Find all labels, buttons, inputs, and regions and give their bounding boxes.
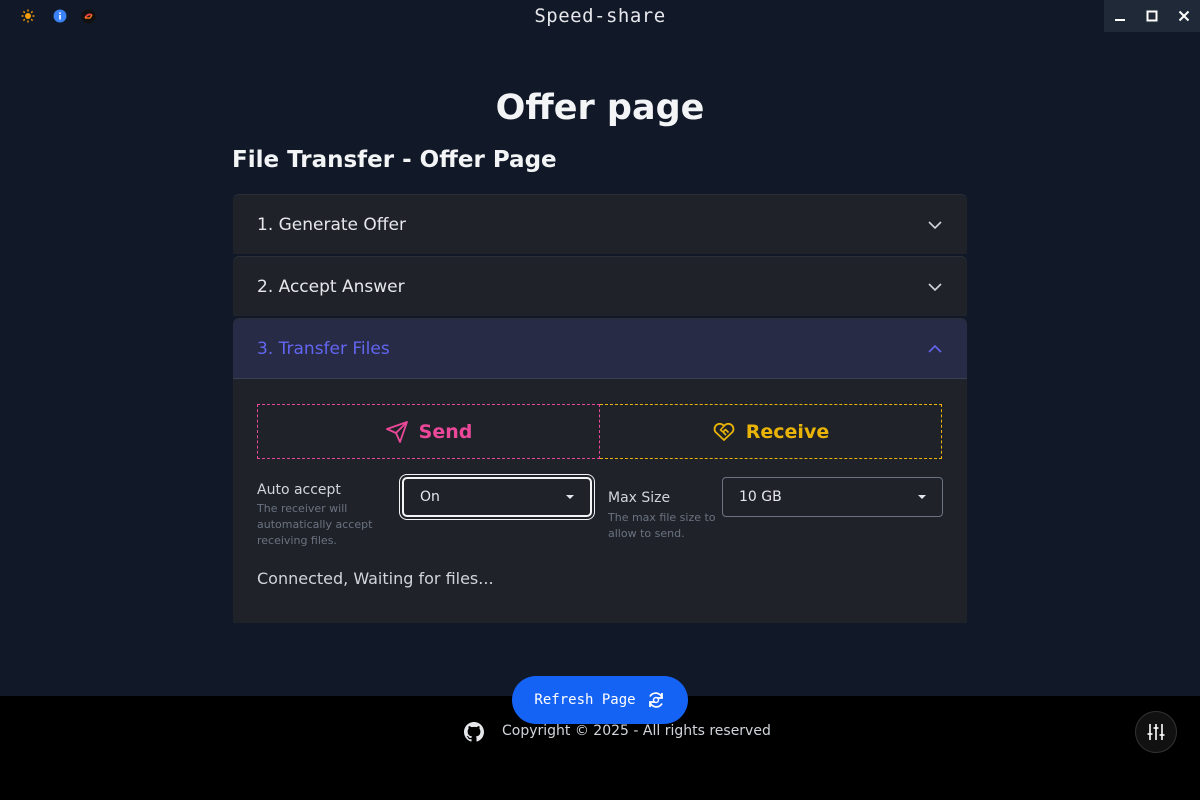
accordion: 1. Generate Offer 2. Accept Answer 3. Tr… (233, 194, 967, 623)
accordion-item-label: 1. Generate Offer (257, 214, 406, 235)
send-label: Send (418, 420, 473, 443)
max-size-value: 10 GB (739, 489, 782, 505)
chevron-down-icon (928, 282, 942, 291)
maximize-icon[interactable] (1136, 0, 1168, 32)
caret-down-icon (566, 495, 574, 499)
chevron-down-icon (928, 220, 942, 229)
max-size-select[interactable]: 10 GB (722, 477, 943, 517)
title-bar: Speed-share (0, 0, 1200, 32)
minimize-icon[interactable] (1104, 0, 1136, 32)
refresh-icon (648, 692, 663, 708)
refresh-page-button[interactable]: Refresh Page (512, 676, 688, 724)
transfer-tabs: Send Receive (257, 404, 942, 459)
auto-accept-value: On (420, 489, 440, 505)
github-icon[interactable] (464, 722, 484, 742)
window-controls (1104, 0, 1200, 32)
heart-handshake-icon (713, 422, 735, 441)
accordion-item-transfer-files[interactable]: 3. Transfer Files (233, 318, 967, 379)
chevron-up-icon (928, 344, 942, 353)
receive-tab[interactable]: Receive (600, 404, 942, 459)
max-size-description: The max file size to allow to send. (608, 511, 716, 540)
refresh-label: Refresh Page (534, 692, 636, 708)
close-icon[interactable] (1168, 0, 1200, 32)
accordion-item-accept-answer[interactable]: 2. Accept Answer (233, 256, 967, 316)
settings-button[interactable] (1135, 711, 1177, 753)
receive-label: Receive (745, 420, 830, 443)
page-title: Offer page (495, 88, 705, 128)
copyright-text: Copyright © 2025 - All rights reserved (502, 723, 771, 739)
accordion-item-label: 2. Accept Answer (257, 276, 405, 297)
auto-accept-label: Auto accept (257, 482, 341, 498)
send-tab[interactable]: Send (257, 404, 600, 459)
max-size-label: Max Size (608, 490, 671, 506)
paper-plane-icon (385, 420, 408, 443)
transfer-panel: Send Receive Auto accept The receiver wi… (233, 379, 967, 623)
accordion-item-generate-offer[interactable]: 1. Generate Offer (233, 194, 967, 254)
auto-accept-description: The receiver will automatically accept r… (257, 502, 373, 547)
accordion-item-label: 3. Transfer Files (257, 338, 390, 359)
section-title: File Transfer - Offer Page (232, 147, 557, 173)
app-title: Speed-share (534, 5, 666, 27)
caret-down-icon (918, 495, 926, 499)
status-text: Connected, Waiting for files... (257, 569, 494, 588)
auto-accept-select[interactable]: On (402, 477, 592, 517)
sliders-icon (1147, 724, 1165, 740)
